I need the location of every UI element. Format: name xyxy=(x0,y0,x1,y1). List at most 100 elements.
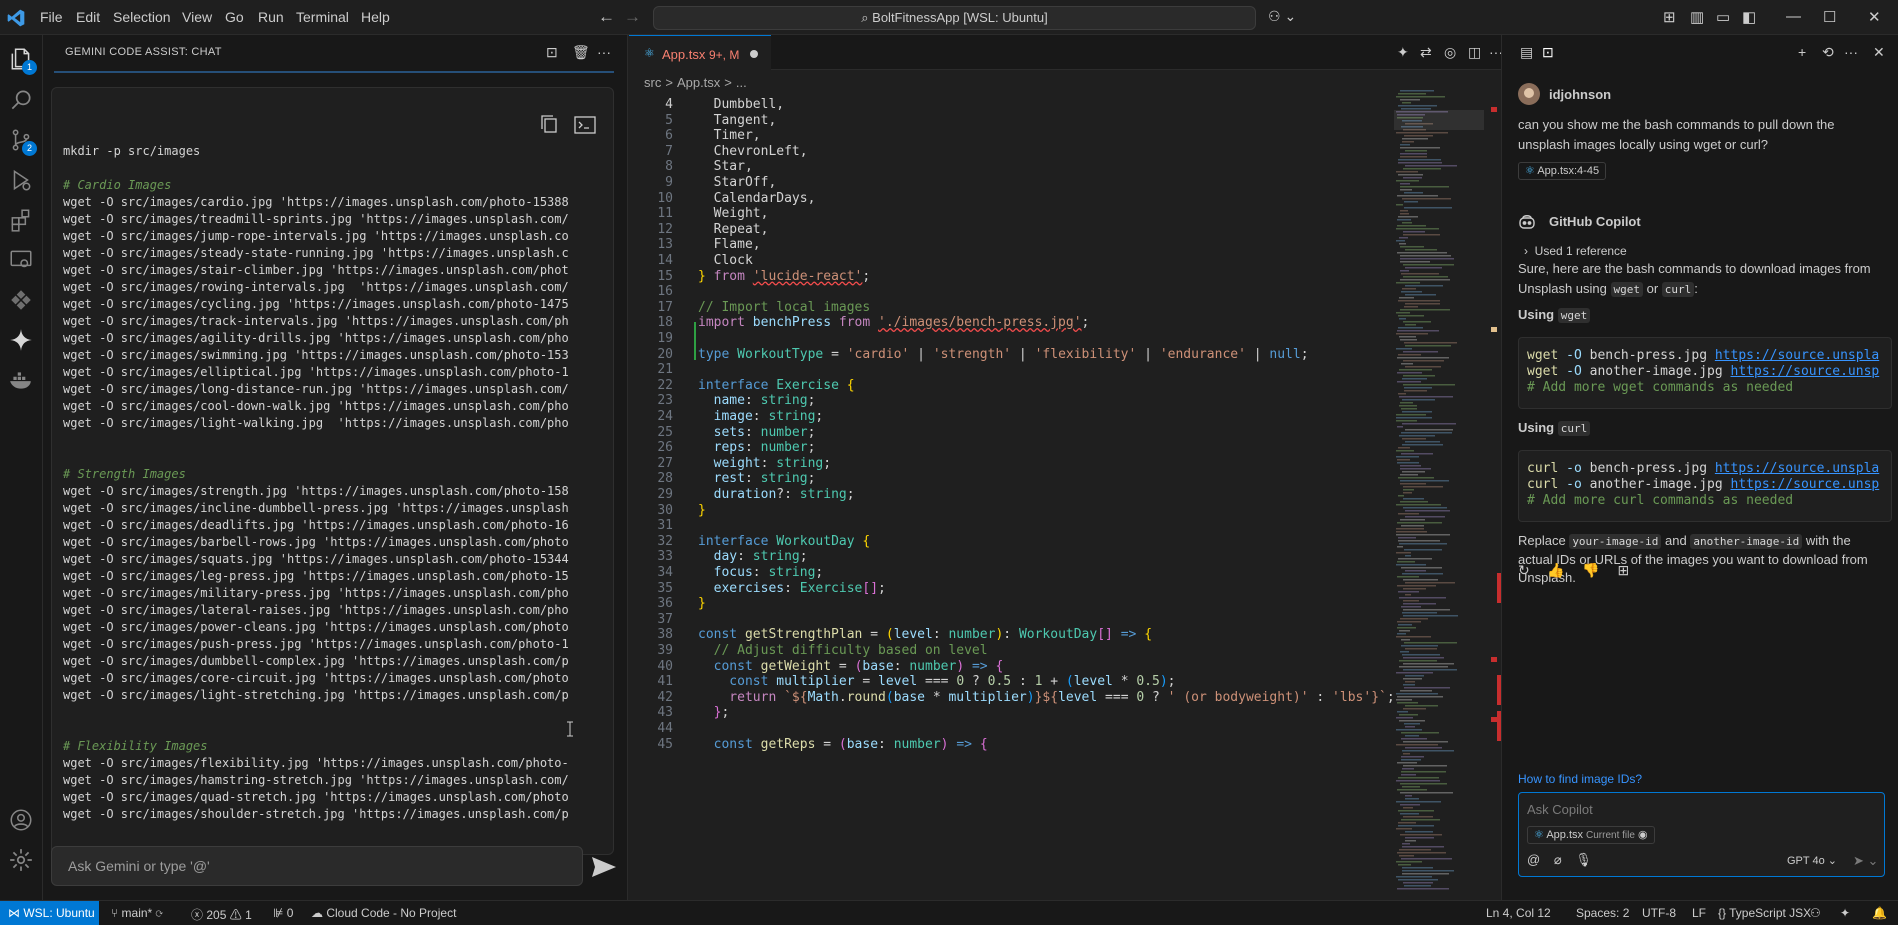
more-actions-icon[interactable]: ··· xyxy=(597,44,611,60)
code-line[interactable]: duration?: string; xyxy=(698,487,855,502)
code-line[interactable]: name: string; xyxy=(698,393,816,408)
code-line[interactable]: type WorkoutType = 'cardio' | 'strength'… xyxy=(698,347,1309,362)
compare-changes-icon[interactable]: ⇄ xyxy=(1420,44,1432,61)
history-icon[interactable]: ⟲ xyxy=(1822,44,1834,61)
menu-view[interactable]: View xyxy=(182,9,212,25)
retry-icon[interactable]: ↻ xyxy=(1518,562,1530,578)
trash-icon[interactable]: 🗑 xyxy=(572,44,590,61)
unsaved-dot-icon[interactable] xyxy=(750,50,758,58)
code-line[interactable]: Clock xyxy=(698,253,753,268)
code-line[interactable]: import benchPress from './images/bench-p… xyxy=(698,315,1089,330)
explorer-icon[interactable]: 1 xyxy=(8,46,37,75)
notifications-bell-icon[interactable]: 🔔 xyxy=(1872,906,1887,920)
code-line[interactable]: Dumbbell, xyxy=(698,97,784,112)
menu-edit[interactable]: Edit xyxy=(76,9,100,25)
chat-tab-icon[interactable]: ⊡ xyxy=(1542,44,1554,61)
open-changes-icon[interactable]: ◎ xyxy=(1444,44,1456,61)
code-line[interactable]: StarOff, xyxy=(698,175,777,190)
remote-indicator[interactable]: ⋈ WSL: Ubuntu xyxy=(0,901,99,925)
forward-arrow-icon[interactable]: → xyxy=(624,7,641,27)
thumbs-down-icon[interactable]: 👎 xyxy=(1582,562,1599,578)
problems-indicator[interactable]: ⓧ 205 ⚠ 1 xyxy=(191,906,252,923)
extensions-icon[interactable] xyxy=(8,207,36,235)
toggle-panel-icon[interactable]: ▭ xyxy=(1716,8,1730,26)
split-editor-icon[interactable]: ◫ xyxy=(1468,44,1481,61)
attach-icon[interactable]: ⌀ xyxy=(1554,852,1562,867)
breadcrumb-item[interactable]: src xyxy=(644,75,661,90)
code-line[interactable]: image: string; xyxy=(698,409,824,424)
minimize-icon[interactable]: — xyxy=(1786,8,1801,25)
chat-history-icon[interactable]: ⊡ xyxy=(546,44,558,61)
code-line[interactable]: interface Exercise { xyxy=(698,378,855,393)
model-picker[interactable]: GPT 4o ⌄ xyxy=(1787,854,1837,867)
maximize-icon[interactable]: ☐ xyxy=(1823,8,1836,26)
encoding[interactable]: UTF-8 xyxy=(1642,906,1676,920)
breadcrumb[interactable]: src > App.tsx >... xyxy=(644,75,751,90)
code-line[interactable]: const getReps = (base: number) => { xyxy=(698,737,988,752)
close-window-icon[interactable]: ✕ xyxy=(1868,8,1881,26)
menu-terminal[interactable]: Terminal xyxy=(296,9,349,25)
search-sidebar-icon[interactable] xyxy=(8,87,36,115)
breadcrumb-item[interactable]: App.tsx xyxy=(677,75,720,90)
code-line[interactable]: Timer, xyxy=(698,128,761,143)
copilot-ask-box[interactable]: Ask Copilot ⚛ App.tsx Current file ◉ @ ⌀ … xyxy=(1518,792,1885,877)
code-line[interactable]: CalendarDays, xyxy=(698,191,816,206)
code-line[interactable]: const getStrengthPlan = (level: number):… xyxy=(698,627,1152,642)
current-file-chip[interactable]: ⚛ App.tsx Current file ◉ xyxy=(1527,826,1655,844)
cloud-code-icon[interactable] xyxy=(8,287,36,315)
code-line[interactable]: const multiplier = level === 0 ? 0.5 : 1… xyxy=(698,674,1175,689)
copilot-menu-icon[interactable]: ⚇ ⌄ xyxy=(1268,8,1296,25)
code-line[interactable]: } xyxy=(698,596,706,611)
code-line[interactable]: // Adjust difficulty based on level xyxy=(698,643,988,658)
code-line[interactable]: Flame, xyxy=(698,237,761,252)
code-line[interactable]: weight: string; xyxy=(698,456,831,471)
code-line[interactable]: const getWeight = (base: number) => { xyxy=(698,659,1004,674)
code-line[interactable]: } from 'lucide-react'; xyxy=(698,269,870,284)
language-mode[interactable]: {} TypeScript JSX xyxy=(1718,906,1811,920)
customize-layout-icon[interactable]: ⊞ xyxy=(1663,8,1676,26)
branch-indicator[interactable]: ⑂ main* ⟳ xyxy=(111,906,163,920)
code-line[interactable]: Repeat, xyxy=(698,222,769,237)
sync-icon[interactable]: ⟳ xyxy=(156,906,163,920)
code-line[interactable]: Tangent, xyxy=(698,113,777,128)
code-line[interactable]: return `${Math.round(base * multiplier)}… xyxy=(698,690,1394,705)
cursor-position[interactable]: Ln 4, Col 12 xyxy=(1486,906,1551,920)
back-arrow-icon[interactable]: ← xyxy=(598,7,615,27)
eye-icon[interactable]: ◉ xyxy=(1638,829,1648,841)
used-references-toggle[interactable]: › Used 1 reference xyxy=(1524,244,1627,258)
toggle-sidebar-icon[interactable]: ▥ xyxy=(1690,8,1704,26)
question-reference[interactable]: ⚛ App.tsx:4-45 xyxy=(1518,162,1607,180)
send-icon[interactable]: ➤ ⌄ xyxy=(1853,853,1878,869)
copilot-chat-input[interactable]: Ask Copilot xyxy=(1527,802,1593,817)
code-line[interactable]: } xyxy=(698,503,706,518)
copilot-more-icon[interactable]: ··· xyxy=(1844,44,1858,60)
minimap[interactable] xyxy=(1394,90,1499,900)
code-line[interactable]: interface WorkoutDay { xyxy=(698,534,870,549)
code-line[interactable]: day: string; xyxy=(698,549,808,564)
code-line[interactable]: }; xyxy=(698,705,730,720)
code-line[interactable]: Star, xyxy=(698,159,753,174)
code-line[interactable]: rest: string; xyxy=(698,471,816,486)
close-panel-icon[interactable]: ✕ xyxy=(1873,44,1885,61)
run-debug-icon[interactable] xyxy=(8,167,36,195)
insert-into-new-file-icon[interactable]: ⊞ xyxy=(1617,562,1629,578)
thumbs-up-icon[interactable]: 👍 xyxy=(1547,562,1564,578)
ports-indicator[interactable]: ⊯ 0 xyxy=(273,906,293,920)
copy-icon[interactable] xyxy=(540,114,558,134)
menu-file[interactable]: File xyxy=(40,9,63,25)
code-line[interactable]: focus: string; xyxy=(698,565,824,580)
gemini-status-icon[interactable]: ✦ xyxy=(1840,906,1850,920)
menu-go[interactable]: Go xyxy=(225,9,244,25)
gemini-icon[interactable] xyxy=(8,327,36,355)
manage-gear-icon[interactable] xyxy=(8,847,36,875)
microphone-icon[interactable]: 🎙 xyxy=(1575,852,1592,867)
copilot-status-icon[interactable]: ⚇ xyxy=(1810,906,1821,920)
menu-help[interactable]: Help xyxy=(361,9,390,25)
code-line[interactable]: // Import local images xyxy=(698,300,870,315)
code-line[interactable]: reps: number; xyxy=(698,440,816,455)
mention-icon[interactable]: @ xyxy=(1527,852,1540,867)
breadcrumb-item[interactable]: ... xyxy=(736,75,747,90)
followup-link[interactable]: How to find image IDs? xyxy=(1518,772,1642,786)
docker-icon[interactable] xyxy=(8,367,36,395)
end-of-line[interactable]: LF xyxy=(1692,906,1706,920)
